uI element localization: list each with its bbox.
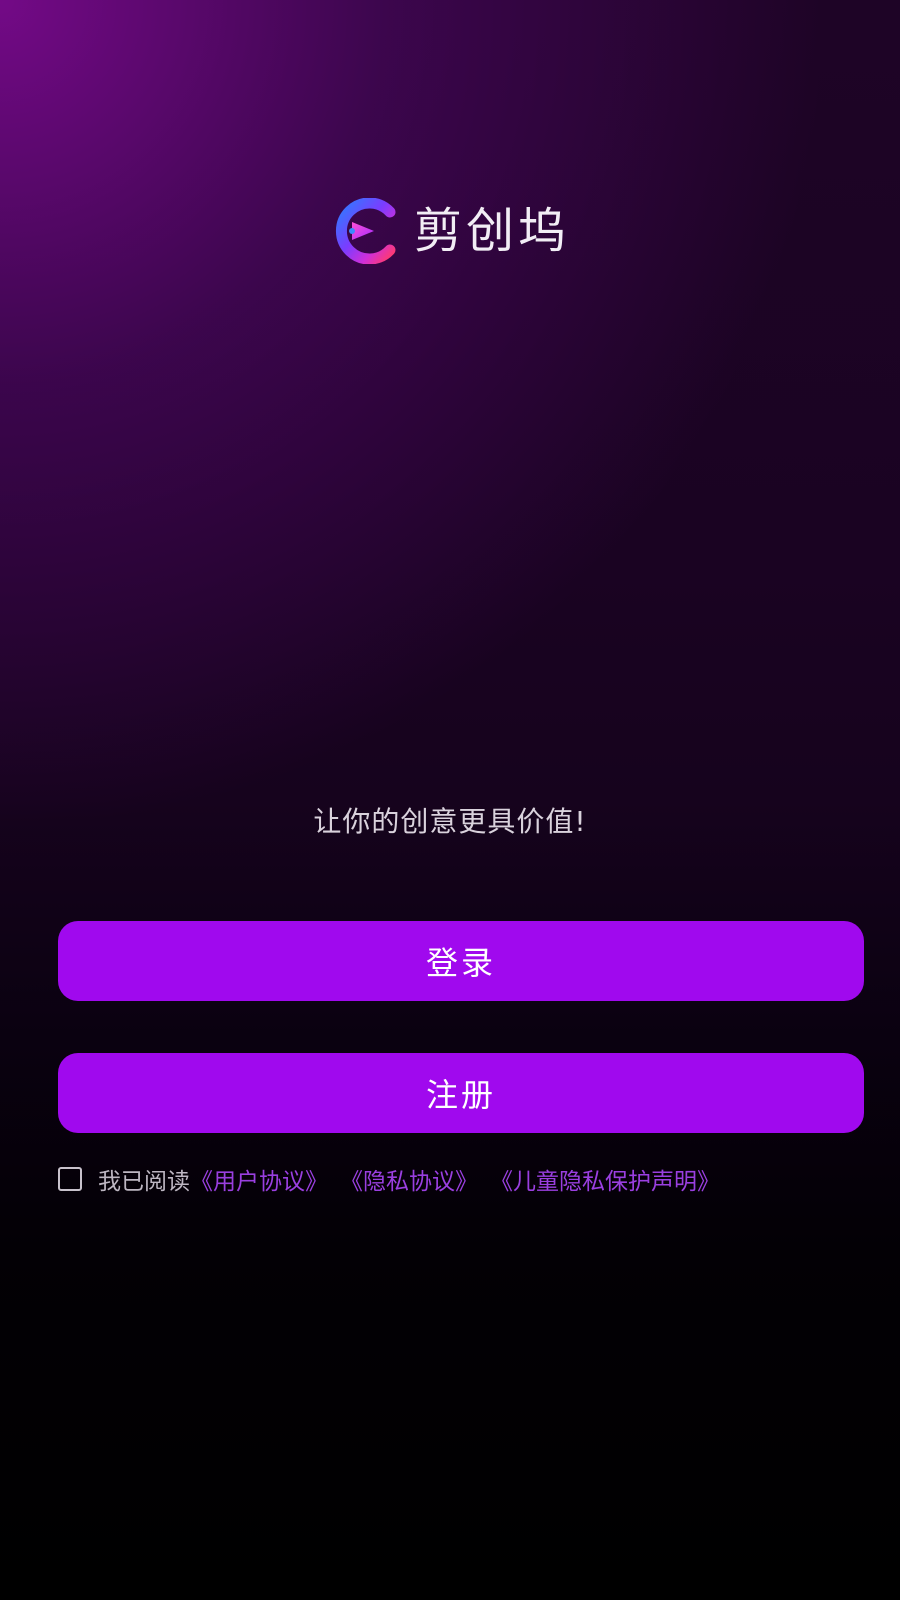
- agreement-checkbox[interactable]: [58, 1167, 82, 1191]
- login-button[interactable]: 登录: [58, 921, 864, 1001]
- app-brand: 剪创坞: [0, 198, 900, 264]
- slogan-text: 让你的创意更具价值!: [313, 805, 587, 838]
- agreement-prefix: 我已阅读: [98, 1169, 190, 1195]
- agreement-row: 我已阅读 《用户协议》 《隐私协议》 《儿童隐私保护声明》: [58, 1162, 888, 1196]
- children-privacy-link[interactable]: 《儿童隐私保护声明》: [490, 1162, 720, 1196]
- play-c-logo-icon: [336, 198, 396, 264]
- privacy-agreement-link[interactable]: 《隐私协议》: [340, 1162, 478, 1196]
- user-agreement-link[interactable]: 《用户协议》: [190, 1162, 328, 1196]
- register-button[interactable]: 注册: [58, 1053, 864, 1133]
- welcome-screen: 剪创坞 让你的创意更具价值! 登录 注册 我已阅读 《用户协议》 《隐私协议》 …: [0, 0, 900, 1600]
- app-name: 剪创坞: [413, 203, 570, 259]
